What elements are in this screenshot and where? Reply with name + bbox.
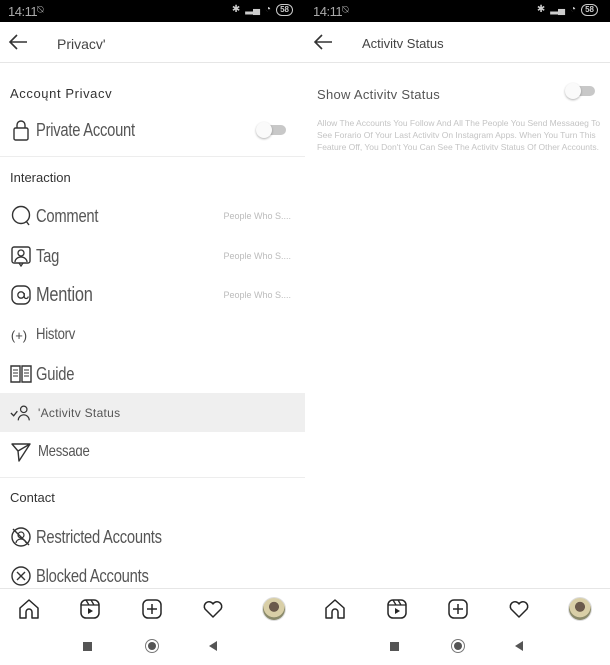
android-nav-bar bbox=[305, 628, 610, 665]
back-button[interactable] bbox=[515, 641, 523, 651]
privacy-screen: 14:11 ⍉ ✱ ▂▄ ◔ 58 Privacv' Accoųnt Priva… bbox=[0, 0, 305, 665]
activity-status-label: 'Activitv Status bbox=[38, 405, 121, 420]
mention-value: People Who S.... bbox=[223, 290, 291, 300]
activity-heart-icon[interactable] bbox=[507, 597, 531, 621]
page-title: Activitv Status bbox=[362, 36, 444, 51]
guide-label: Guide bbox=[36, 363, 75, 384]
status-bar: 14:11 ⍉ ✱ ▂▄ ◔ 58 bbox=[0, 0, 305, 22]
section-interaction: Interaction bbox=[10, 170, 71, 185]
message-label: Messaɑe bbox=[38, 443, 90, 460]
restricted-accounts-label: Restricted Accounts bbox=[36, 526, 162, 547]
tag-label: Tag bbox=[36, 245, 60, 266]
activity-status-description: Allow The Accounts You Follow And All Th… bbox=[317, 118, 601, 152]
home-icon[interactable] bbox=[17, 597, 41, 621]
guide-row[interactable]: Guide bbox=[0, 355, 305, 393]
section-contact: Contact bbox=[10, 490, 55, 505]
private-account-toggle[interactable] bbox=[256, 122, 288, 138]
signal-icon: ▂▄ bbox=[550, 4, 566, 15]
comment-icon bbox=[10, 205, 32, 227]
restricted-accounts-row[interactable]: Restricted Accounts bbox=[0, 518, 305, 556]
divider bbox=[0, 156, 305, 157]
activity-status-icon bbox=[10, 402, 32, 424]
home-button[interactable] bbox=[145, 639, 159, 653]
alarm-off-icon: ⍉ bbox=[342, 4, 349, 16]
status-time: 14:11 bbox=[313, 4, 343, 19]
activity-status-row[interactable]: 'Activitv Status bbox=[0, 393, 305, 432]
send-icon bbox=[10, 441, 32, 463]
section-account-privacy: Accoųnt Privacv bbox=[10, 86, 113, 101]
mention-label: Mention bbox=[36, 283, 93, 306]
home-icon[interactable] bbox=[323, 597, 347, 621]
signal-icon: ▂▄ bbox=[245, 4, 261, 15]
guide-book-icon bbox=[10, 363, 32, 385]
activity-heart-icon[interactable] bbox=[201, 597, 225, 621]
profile-avatar[interactable] bbox=[568, 597, 592, 621]
new-post-icon[interactable] bbox=[446, 597, 470, 621]
back-button[interactable] bbox=[209, 641, 217, 651]
profile-avatar[interactable] bbox=[262, 597, 286, 621]
show-activity-status-label: Show Activitv Status bbox=[317, 87, 441, 102]
status-time: 14:11 bbox=[8, 4, 38, 19]
message-row[interactable]: Messaɑe bbox=[0, 433, 305, 471]
bottom-tab-bar bbox=[0, 588, 305, 628]
home-button[interactable] bbox=[451, 639, 465, 653]
mention-row[interactable]: Mention People Who S.... bbox=[0, 276, 305, 314]
comment-value: People Who S.... bbox=[223, 211, 291, 221]
comment-label: Comment bbox=[36, 205, 99, 226]
battery-indicator: 58 bbox=[581, 4, 598, 16]
recents-button[interactable] bbox=[83, 642, 92, 651]
private-account-label: Private Account bbox=[36, 119, 135, 140]
history-row[interactable]: (+) Historv bbox=[0, 316, 305, 354]
tag-value: People Who S.... bbox=[223, 251, 291, 261]
page-title: Privacv' bbox=[57, 36, 106, 52]
history-label: Historv bbox=[36, 326, 76, 343]
restricted-icon bbox=[10, 526, 32, 548]
privacy-header: Privacv' bbox=[0, 22, 305, 63]
tag-row[interactable]: Tag People Who S.... bbox=[0, 237, 305, 275]
alarm-off-icon: ⍉ bbox=[37, 4, 44, 16]
bottom-tab-bar bbox=[305, 588, 610, 628]
lock-icon bbox=[10, 119, 32, 141]
tag-person-icon bbox=[10, 245, 32, 267]
show-activity-status-toggle[interactable] bbox=[565, 83, 597, 99]
blocked-accounts-label: Blocked Accounts bbox=[36, 565, 149, 586]
activity-status-header: Activitv Status bbox=[305, 22, 610, 63]
back-button[interactable] bbox=[7, 32, 29, 52]
reels-icon[interactable] bbox=[385, 597, 409, 621]
story-add-icon: (+) bbox=[10, 327, 28, 343]
new-post-icon[interactable] bbox=[140, 597, 164, 621]
comment-row[interactable]: Comment People Who S.... bbox=[0, 197, 305, 235]
back-button[interactable] bbox=[312, 32, 334, 52]
status-bar: 14:11 ⍉ ✱ ▂▄ ◔ 58 bbox=[305, 0, 610, 22]
bluetooth-icon: ✱ bbox=[536, 4, 546, 15]
recents-button[interactable] bbox=[390, 642, 399, 651]
private-account-row[interactable]: Private Account bbox=[0, 111, 305, 149]
at-icon bbox=[10, 284, 32, 306]
android-nav-bar bbox=[0, 628, 305, 665]
blocked-icon bbox=[10, 565, 32, 587]
wifi-icon: ◔ bbox=[265, 4, 272, 15]
wifi-icon: ◔ bbox=[570, 4, 577, 15]
reels-icon[interactable] bbox=[78, 597, 102, 621]
bluetooth-icon: ✱ bbox=[231, 4, 241, 15]
battery-indicator: 58 bbox=[276, 4, 293, 16]
activity-status-screen: 14:11 ⍉ ✱ ▂▄ ◔ 58 Activitv Status Show A… bbox=[305, 0, 610, 665]
divider bbox=[0, 477, 305, 478]
